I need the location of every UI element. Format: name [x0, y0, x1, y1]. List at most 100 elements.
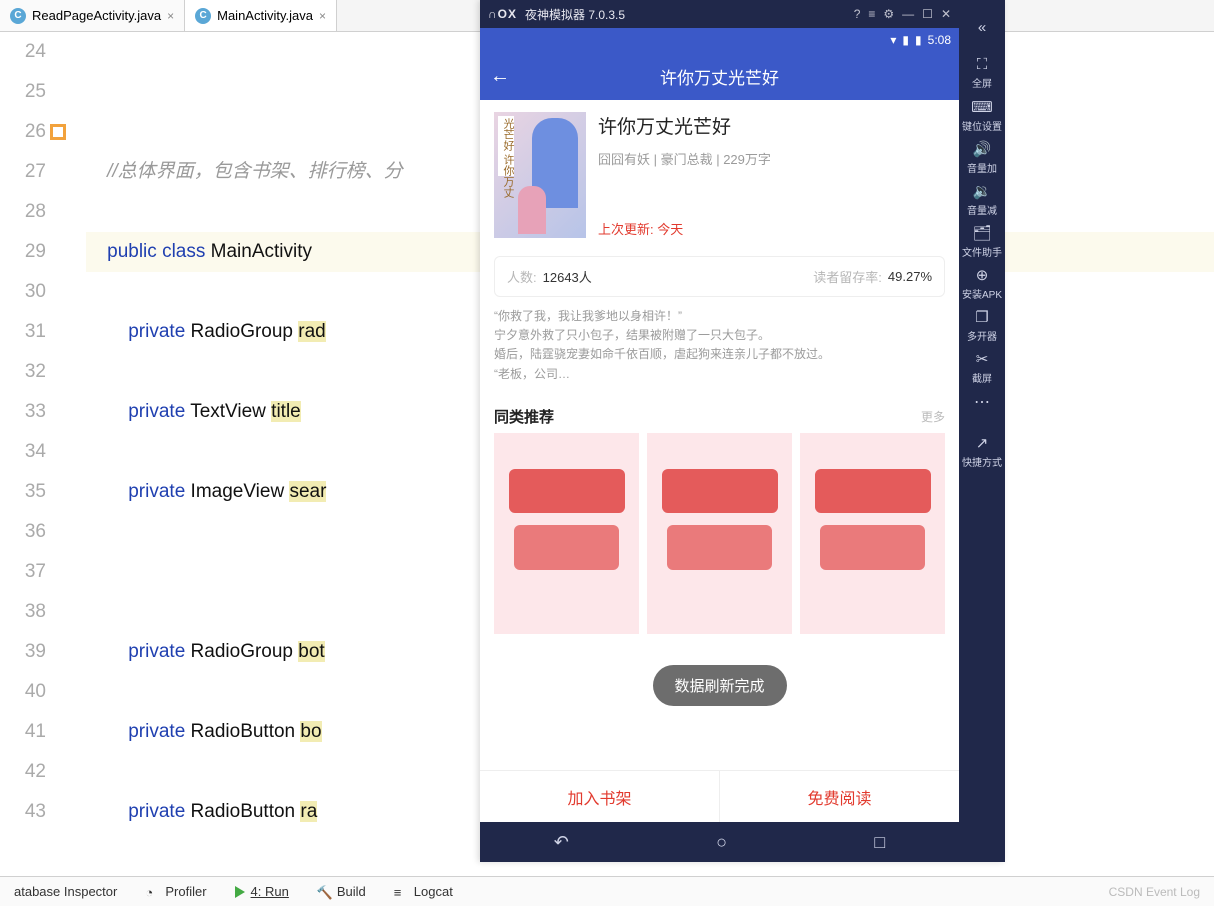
side-label: 快捷方式 [962, 454, 1002, 469]
section-title: 同类推荐 [494, 406, 554, 427]
toast-message: 数据刷新完成 [652, 665, 786, 706]
side-icon: 🔉 [973, 182, 992, 200]
side-label: 键位设置 [962, 118, 1002, 133]
emulator-title: 夜神模拟器 7.0.3.5 [525, 6, 625, 23]
emulator-titlebar[interactable]: ∩OX 夜神模拟器 7.0.3.5 ? ≡ ⚙ — ☐ ✕ [480, 0, 959, 28]
shortcut-button[interactable]: ↗ 快捷方式 [962, 430, 1002, 472]
tab-mainactivity[interactable]: C MainActivity.java × [185, 0, 337, 31]
logcat-button[interactable]: ≡Logcat [394, 884, 453, 899]
recommend-item[interactable] [800, 433, 945, 634]
more-icon[interactable]: ⋯ [974, 392, 990, 412]
emulator-window: ∩OX 夜神模拟器 7.0.3.5 ? ≡ ⚙ — ☐ ✕ ▾ ▮ ▮ 5:08… [480, 0, 1005, 862]
profiler-button[interactable]: ◔Profiler [145, 884, 206, 899]
book-info: 许你万丈光芒好 囧囧有妖 | 豪门总裁 | 229万字 上次更新: 今天 [598, 112, 945, 238]
tab-label: ReadPageActivity.java [32, 8, 161, 23]
run-button[interactable]: 4: Run [235, 884, 289, 899]
side-5[interactable]: ⊕ 安装APK [962, 262, 1002, 304]
db-inspector-button[interactable]: atabase Inspector [14, 884, 117, 899]
side-1[interactable]: ⌨ 键位设置 [962, 94, 1002, 136]
android-softkeys: ↶ ○ □ [480, 822, 959, 862]
signal-icon: ▮ [902, 33, 909, 47]
desc-line: 宁夕意外救了只小包子，结果被附赠了一只大包子。 [494, 326, 945, 345]
book-title: 许你万丈光芒好 [598, 112, 945, 139]
more-link[interactable]: 更多 [921, 408, 945, 425]
book-meta: 囧囧有妖 | 豪门总裁 | 229万字 [598, 149, 945, 168]
side-0[interactable]: ⛶ 全屏 [962, 52, 1002, 94]
desc-line: 婚后，陆霆骁宠妻如命千依百顺，虐起狗来连亲儿子都不放过。 [494, 345, 945, 364]
side-icon: 🔊 [973, 140, 992, 158]
side-label: 多开器 [967, 328, 997, 343]
maximize-icon[interactable]: ☐ [922, 7, 933, 21]
back-key-icon[interactable]: ↶ [554, 832, 569, 853]
retention-label: 读者留存率: [813, 267, 882, 286]
side-6[interactable]: ❐ 多开器 [962, 304, 1002, 346]
menu-icon[interactable]: ≡ [868, 7, 875, 21]
side-label: 音量减 [967, 202, 997, 217]
people-value: 12643人 [543, 267, 592, 286]
book-stats: 人数: 12643人 读者留存率: 49.27% [494, 256, 945, 297]
line-gutter: 2425 26 27282930 3132333435 3637383940 4… [0, 32, 56, 876]
logcat-icon: ≡ [394, 885, 408, 899]
side-label: 全屏 [972, 75, 992, 90]
book-update: 上次更新: 今天 [598, 219, 945, 238]
cover-text: 光芒好 许你万丈 [500, 118, 516, 198]
recents-key-icon[interactable]: □ [874, 832, 885, 853]
app-topbar: ← 许你万丈光芒好 [480, 52, 959, 100]
recommend-item[interactable] [494, 433, 639, 634]
emulator-sidebar: « ⛶ 全屏 ⌨ 键位设置 🔊 音量加 🔉 音量减 🗂文件助手 ⊕ 安装APK ❐ 多开器 ✂截屏 ⋯ ↗… [959, 0, 1005, 862]
device-screen: ▾ ▮ ▮ 5:08 ← 许你万丈光芒好 光芒好 许你万丈 许你万丈光芒好 囧囧… [480, 28, 959, 822]
book-cover[interactable]: 光芒好 许你万丈 [494, 112, 586, 238]
close-icon[interactable]: ✕ [941, 7, 951, 21]
tab-readpageactivity[interactable]: C ReadPageActivity.java × [0, 0, 185, 31]
side-label: 安装APK [962, 286, 1002, 301]
help-icon[interactable]: ? [854, 7, 861, 21]
recommend-list [480, 433, 959, 648]
add-shelf-button[interactable]: 加入书架 [480, 771, 719, 822]
gear-icon[interactable]: ⚙ [883, 7, 894, 21]
ide-bottom-toolbar: atabase Inspector ◔Profiler 4: Run 🔨Buil… [0, 876, 1214, 906]
play-icon [235, 886, 245, 898]
retention-value: 49.27% [888, 269, 932, 284]
shortcut-icon: ↗ [976, 434, 989, 452]
side-icon: 🗂 [972, 224, 991, 242]
side-2[interactable]: 🔊 音量加 [962, 136, 1002, 178]
android-statusbar: ▾ ▮ ▮ 5:08 [480, 28, 959, 52]
desc-line: “老板，公司… [494, 365, 945, 384]
side-4[interactable]: 🗂文件助手 [962, 220, 1002, 262]
build-button[interactable]: 🔨Build [317, 884, 366, 899]
recommend-header: 同类推荐 更多 [480, 396, 959, 433]
emulator-main: ∩OX 夜神模拟器 7.0.3.5 ? ≡ ⚙ — ☐ ✕ ▾ ▮ ▮ 5:08… [480, 0, 959, 862]
side-label: 音量加 [967, 160, 997, 175]
side-icon: ⌨ [971, 98, 993, 116]
side-icon: ⛶ [977, 56, 988, 73]
minimize-icon[interactable]: — [902, 7, 914, 21]
recommend-item[interactable] [647, 433, 792, 634]
profiler-icon: ◔ [145, 885, 159, 899]
side-icon: ⊕ [976, 266, 989, 284]
book-header: 光芒好 许你万丈 许你万丈光芒好 囧囧有妖 | 豪门总裁 | 229万字 上次更… [480, 100, 959, 250]
book-description: “你救了我，我让我爹地以身相许！” 宁夕意外救了只小包子，结果被附赠了一只大包子… [480, 307, 959, 396]
close-icon[interactable]: × [167, 9, 174, 23]
side-icon: ❐ [975, 308, 988, 326]
java-class-icon: C [195, 8, 211, 24]
gutter-class-icon [50, 124, 66, 140]
status-time: 5:08 [928, 33, 951, 47]
collapse-icon[interactable]: « [962, 6, 1002, 48]
side-3[interactable]: 🔉 音量减 [962, 178, 1002, 220]
desc-line: “你救了我，我让我爹地以身相许！” [494, 307, 945, 326]
tab-label: MainActivity.java [217, 8, 313, 23]
app-title: 许你万丈光芒好 [480, 64, 959, 89]
home-key-icon[interactable]: ○ [716, 832, 727, 853]
nox-logo: ∩OX [488, 7, 517, 21]
wifi-icon: ▾ [890, 33, 896, 47]
watermark: CSDN Event Log [1109, 885, 1200, 899]
bottom-actions: 加入书架 免费阅读 [480, 770, 959, 822]
java-class-icon: C [10, 8, 26, 24]
hammer-icon: 🔨 [317, 885, 331, 899]
side-7[interactable]: ✂截屏 [962, 346, 1002, 388]
code-comment: //总体界面，包含书架、排行榜、分 [86, 161, 403, 182]
side-icon: ✂ [976, 350, 989, 368]
free-read-button[interactable]: 免费阅读 [719, 771, 959, 822]
close-icon[interactable]: × [319, 9, 326, 23]
people-label: 人数: [507, 267, 537, 286]
